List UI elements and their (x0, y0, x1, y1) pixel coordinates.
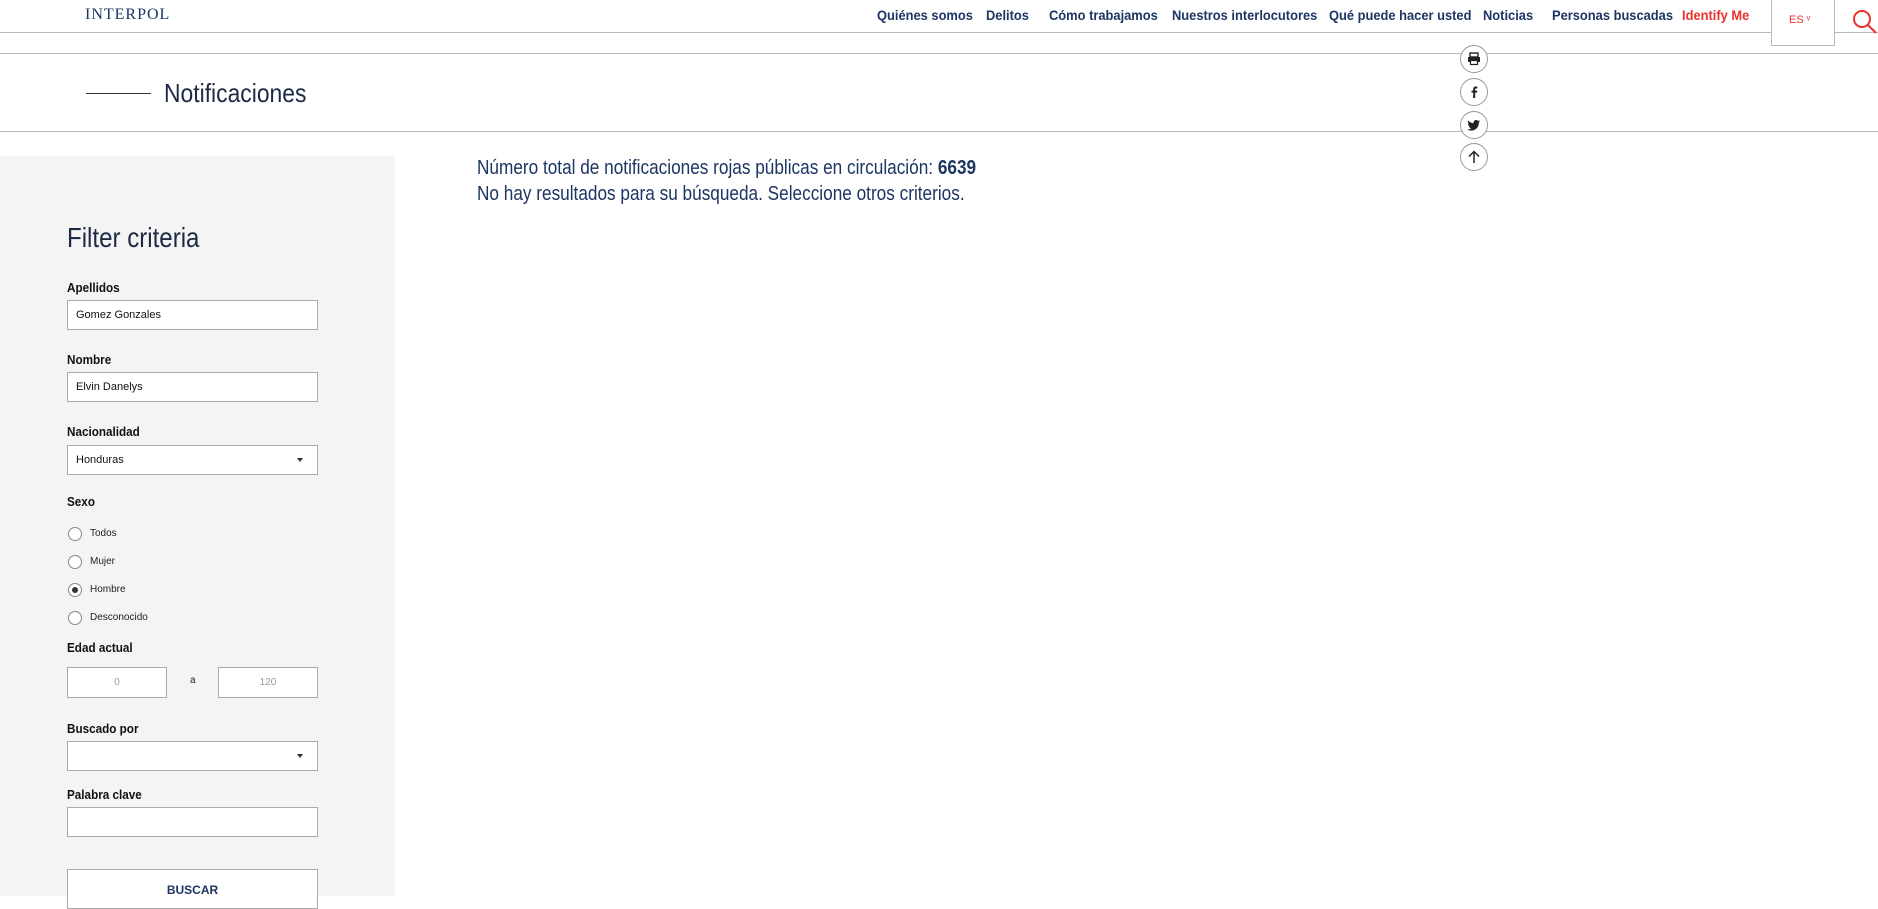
nav-link-nuestros-interlocutores[interactable]: Nuestros interlocutores (1172, 7, 1317, 23)
sexo-radio-todos[interactable] (68, 527, 82, 541)
sexo-option-hombre-label[interactable]: Hombre (90, 584, 126, 595)
top-navigation-bar: INTERPOL Quiénes somos Delitos Cómo trab… (0, 0, 1878, 33)
edad-min-input[interactable]: 0 (67, 667, 167, 698)
interpol-logo[interactable]: INTERPOL (85, 6, 170, 24)
apellidos-label: Apellidos (67, 280, 120, 295)
palabra-clave-input[interactable] (67, 807, 318, 837)
nacionalidad-select[interactable]: Honduras (67, 445, 318, 475)
nacionalidad-value: Honduras (76, 454, 124, 466)
page-title: Notificaciones (164, 78, 307, 108)
nav-link-delitos[interactable]: Delitos (986, 7, 1029, 23)
no-results-message: No hay resultados para su búsqueda. Sele… (477, 183, 965, 205)
title-decoration-line (86, 93, 151, 94)
apellidos-value: Gomez Gonzales (76, 309, 161, 321)
nombre-value: Elvin Danelys (76, 381, 143, 393)
chevron-down-icon (297, 754, 303, 758)
sexo-option-todos-label[interactable]: Todos (90, 528, 117, 539)
title-divider (0, 131, 1878, 132)
buscado-por-label: Buscado por (67, 721, 139, 736)
total-notices-count: 6639 (937, 157, 977, 179)
language-selector[interactable]: ES ᵛ (1771, 0, 1835, 46)
sexo-option-mujer-label[interactable]: Mujer (90, 556, 115, 567)
nav-link-que-puede-hacer-usted[interactable]: Qué puede hacer usted (1329, 7, 1471, 23)
edad-label: Edad actual (67, 640, 133, 655)
sexo-radio-mujer[interactable] (68, 555, 82, 569)
sexo-option-desconocido-label[interactable]: Desconocido (90, 612, 148, 623)
nav-link-identify-me[interactable]: Identify Me (1682, 7, 1749, 23)
buscar-button[interactable]: BUSCAR (67, 869, 318, 909)
facebook-icon (1471, 86, 1478, 98)
arrow-up-icon (1468, 150, 1480, 163)
header-divider (0, 53, 1878, 54)
filter-title: Filter criteria (67, 222, 200, 253)
edad-separator: a (190, 675, 196, 686)
palabra-clave-label: Palabra clave (67, 787, 142, 802)
sexo-radio-hombre[interactable] (68, 583, 82, 597)
nav-link-como-trabajamos[interactable]: Cómo trabajamos (1049, 7, 1158, 23)
scroll-to-top-button[interactable] (1460, 143, 1488, 171)
language-label: ES ᵛ (1789, 14, 1811, 26)
twitter-share-button[interactable] (1460, 111, 1488, 139)
twitter-icon (1467, 120, 1480, 131)
nav-link-quienes-somos[interactable]: Quiénes somos (877, 7, 973, 23)
nombre-input[interactable]: Elvin Danelys (67, 372, 318, 402)
chevron-down-icon (297, 458, 303, 462)
nombre-label: Nombre (67, 352, 112, 367)
filter-sidebar (0, 156, 395, 896)
nav-link-personas-buscadas[interactable]: Personas buscadas (1552, 7, 1673, 23)
nacionalidad-label: Nacionalidad (67, 424, 140, 439)
total-notices-text: Número total de notificaciones rojas púb… (477, 157, 976, 180)
edad-min-placeholder: 0 (114, 677, 120, 688)
nav-link-noticias[interactable]: Noticias (1483, 7, 1533, 23)
sexo-radio-desconocido[interactable] (68, 611, 82, 625)
edad-max-input[interactable]: 120 (218, 667, 318, 698)
edad-max-placeholder: 120 (259, 677, 277, 688)
facebook-share-button[interactable] (1460, 78, 1488, 106)
buscado-por-select[interactable] (67, 741, 318, 771)
print-icon (1468, 52, 1480, 66)
buscar-button-label: BUSCAR (166, 883, 219, 897)
sexo-label: Sexo (67, 494, 95, 509)
print-button[interactable] (1460, 45, 1488, 73)
search-icon[interactable] (1851, 8, 1877, 34)
total-notices-label: Número total de notificaciones rojas púb… (477, 157, 938, 179)
apellidos-input[interactable]: Gomez Gonzales (67, 300, 318, 330)
